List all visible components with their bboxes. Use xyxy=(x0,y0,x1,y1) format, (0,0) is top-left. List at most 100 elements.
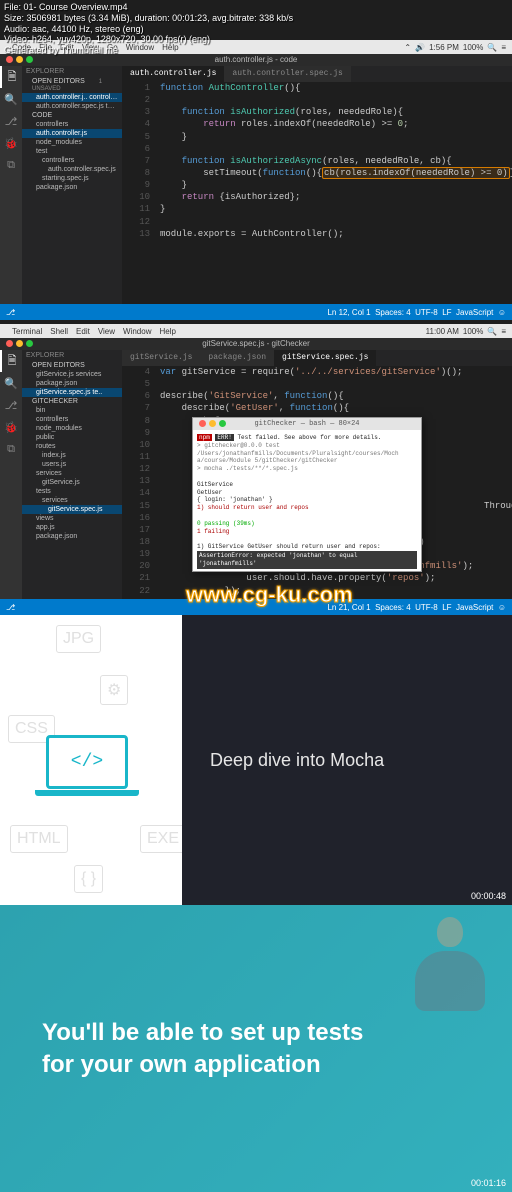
git-icon[interactable]: ⎇ xyxy=(0,394,22,416)
tree-item[interactable]: auth.controller.js xyxy=(22,129,122,138)
clock: 11:00 AM xyxy=(426,327,459,336)
open-editors-section[interactable]: OPEN EDITORS xyxy=(22,361,122,370)
filetype-icon: EXE xyxy=(140,825,182,853)
project-root[interactable]: GITCHECKER xyxy=(22,397,122,406)
watermark: www.cg-ku.com xyxy=(186,582,353,608)
open-editor-item[interactable]: package.json xyxy=(22,379,122,388)
tree-item[interactable]: auth.controller.spec.js xyxy=(22,165,122,174)
tree-item[interactable]: test xyxy=(22,147,122,156)
timestamp: 00:01:16 xyxy=(471,1178,506,1188)
presenter-silhouette xyxy=(400,917,500,1037)
terminal-line: > gitchecker@0.0.0 test /Users/jonathanf… xyxy=(197,442,417,458)
terminal-title: gitChecker — bash — 80×24 xyxy=(193,418,421,430)
meta-line: Size: 3506981 bytes (3.34 MiB), duration… xyxy=(4,13,293,24)
search-icon[interactable]: 🔍 xyxy=(0,372,22,394)
feedback-icon[interactable]: ☺ xyxy=(498,308,506,317)
language[interactable]: JavaScript xyxy=(456,308,493,317)
menu-shell[interactable]: Shell xyxy=(50,327,68,336)
debug-icon[interactable]: 🐞 xyxy=(0,416,22,438)
activity-bar: 🗎 🔍 ⎇ 🐞 ⧉ xyxy=(0,66,22,320)
indent[interactable]: Spaces: 4 xyxy=(375,308,411,317)
slide-title: Deep dive into Mocha xyxy=(210,750,384,771)
menu-view[interactable]: View xyxy=(98,327,115,336)
tree-item[interactable]: services xyxy=(22,496,122,505)
open-editor-item[interactable]: auth.controller.j.. controllers xyxy=(22,93,122,102)
terminal-line: GetUser xyxy=(197,489,417,497)
debug-icon[interactable]: 🐞 xyxy=(0,132,22,154)
cursor-position[interactable]: Ln 12, Col 1 xyxy=(327,308,370,317)
tree-item[interactable]: gitService.spec.js xyxy=(22,505,122,514)
eol[interactable]: LF xyxy=(442,603,451,612)
code-editor[interactable]: gitService.js package.json gitService.sp… xyxy=(122,350,512,599)
feedback-icon[interactable]: ☺ xyxy=(498,603,506,612)
terminal-line: 1) GitService GetUser should return user… xyxy=(197,543,417,551)
search-icon[interactable]: 🔍 xyxy=(487,43,497,52)
menu-edit[interactable]: Edit xyxy=(76,327,90,336)
app-menu[interactable]: Terminal xyxy=(12,327,42,336)
tree-item[interactable]: controllers xyxy=(22,120,122,129)
open-editor-item[interactable]: gitService.spec.js te.. xyxy=(22,388,122,397)
filetype-icon: HTML xyxy=(10,825,68,853)
explorer-icon[interactable]: 🗎 xyxy=(0,350,22,372)
explorer-panel: EXPLORER OPEN EDITORS 1 UNSAVED auth.con… xyxy=(22,66,122,320)
tree-item[interactable]: tests xyxy=(22,487,122,496)
terminal-window[interactable]: gitChecker — bash — 80×24 npm ERR! Test … xyxy=(192,417,422,572)
tree-item[interactable]: package.json xyxy=(22,183,122,192)
code-editor[interactable]: auth.controller.js auth.controller.spec.… xyxy=(122,66,512,304)
menu-icon[interactable]: ≡ xyxy=(501,43,506,52)
tree-item[interactable]: controllers xyxy=(22,156,122,165)
wifi-icon[interactable]: ⌃ xyxy=(404,43,411,52)
terminal-line: Test failed. See above for more details. xyxy=(237,434,381,441)
tree-item[interactable]: views xyxy=(22,514,122,523)
language[interactable]: JavaScript xyxy=(456,603,493,612)
editor-tab[interactable]: gitService.js xyxy=(122,350,200,366)
explorer-header: EXPLORER xyxy=(22,350,122,361)
tree-item[interactable]: node_modules xyxy=(22,138,122,147)
battery: 100% xyxy=(463,43,483,52)
encoding[interactable]: UTF-8 xyxy=(415,308,438,317)
tree-item[interactable]: index.js xyxy=(22,451,122,460)
volume-icon[interactable]: 🔊 xyxy=(415,43,425,52)
open-editor-item[interactable]: auth.controller.spec.js test/cont.. xyxy=(22,102,122,111)
encoding[interactable]: UTF-8 xyxy=(415,603,438,612)
tree-item[interactable]: users.js xyxy=(22,460,122,469)
terminal-line: AssertionError: expected 'jonathan' to e… xyxy=(197,551,417,569)
open-editors-section[interactable]: OPEN EDITORS 1 UNSAVED xyxy=(22,77,122,93)
extensions-icon[interactable]: ⧉ xyxy=(0,154,22,176)
editor-tab[interactable]: auth.controller.js xyxy=(122,66,224,82)
vscode-panel-2: Terminal Shell Edit View Window Help 11:… xyxy=(0,320,512,615)
terminal-line: GitService xyxy=(197,481,417,489)
tree-item[interactable]: node_modules xyxy=(22,424,122,433)
tree-item[interactable]: services xyxy=(22,469,122,478)
terminal-line: 0 passing (39ms) xyxy=(197,520,417,528)
indent[interactable]: Spaces: 4 xyxy=(375,603,411,612)
tree-item[interactable]: public xyxy=(22,433,122,442)
tree-item[interactable]: gitService.js xyxy=(22,478,122,487)
open-editor-item[interactable]: gitService.js services xyxy=(22,370,122,379)
tree-item[interactable]: package.json xyxy=(22,532,122,541)
project-root[interactable]: CODE xyxy=(22,111,122,120)
tree-item[interactable]: bin xyxy=(22,406,122,415)
window-controls[interactable] xyxy=(6,340,33,347)
branch-icon[interactable]: ⎇ xyxy=(6,308,15,317)
editor-tab[interactable]: gitService.spec.js xyxy=(274,350,376,366)
branch-icon[interactable]: ⎇ xyxy=(6,603,15,612)
tree-item[interactable]: controllers xyxy=(22,415,122,424)
tree-item[interactable]: starting.spec.js xyxy=(22,174,122,183)
highlighted-code: cb(roles.indexOf(neededRole) >= 0) xyxy=(322,167,510,179)
tree-item[interactable]: app.js xyxy=(22,523,122,532)
menu-icon[interactable]: ≡ xyxy=(501,327,506,336)
window-controls[interactable] xyxy=(199,420,226,427)
editor-tab[interactable]: package.json xyxy=(200,350,274,366)
git-icon[interactable]: ⎇ xyxy=(0,110,22,132)
tree-item[interactable]: routes xyxy=(22,442,122,451)
menu-window[interactable]: Window xyxy=(123,327,151,336)
search-icon[interactable]: 🔍 xyxy=(0,88,22,110)
editor-tab[interactable]: auth.controller.spec.js xyxy=(224,66,350,82)
menu-help[interactable]: Help xyxy=(159,327,175,336)
extensions-icon[interactable]: ⧉ xyxy=(0,438,22,460)
search-icon[interactable]: 🔍 xyxy=(487,327,497,336)
eol[interactable]: LF xyxy=(442,308,451,317)
code-icon: { } xyxy=(74,865,103,893)
explorer-icon[interactable]: 🗎 xyxy=(0,66,22,88)
